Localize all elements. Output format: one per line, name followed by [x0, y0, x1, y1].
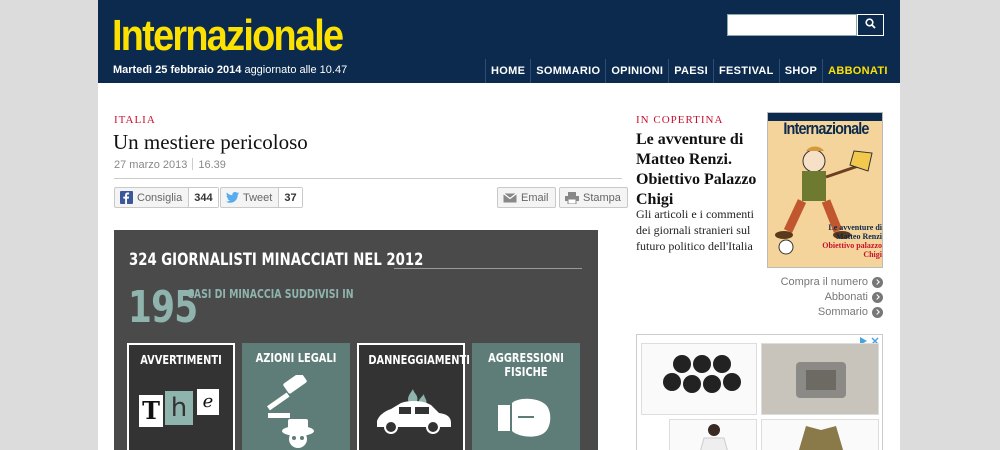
- print-label: Stampa: [583, 191, 621, 204]
- nav-shop[interactable]: SHOP: [778, 59, 822, 83]
- tweet-button[interactable]: Tweet 37: [220, 187, 303, 208]
- ad-product-watches[interactable]: [641, 343, 757, 415]
- infographic-rule: [394, 268, 582, 269]
- search-icon: [865, 16, 876, 34]
- tile-label: AZIONI LEGALI: [255, 351, 337, 365]
- ad-banner[interactable]: [636, 334, 883, 450]
- tile-danneggiamenti: DANNEGGIAMENTI: [357, 343, 470, 450]
- facebook-like-button[interactable]: Consiglia 344: [114, 187, 219, 208]
- burning-car-icon: [369, 383, 455, 448]
- search-input[interactable]: [727, 14, 857, 36]
- infographic-subtitle: CASI DI MINACCIA SUDDIVISI IN: [187, 287, 354, 301]
- infographic: 324 GIORNALISTI MINACCIATI NEL 2012 195 …: [114, 230, 598, 450]
- cover-logo: Internazionale: [783, 119, 869, 138]
- tile-label: AVVERTIMENTI: [140, 353, 222, 367]
- article-time: 16.39: [198, 159, 226, 171]
- ad-product-shoe[interactable]: [761, 343, 879, 415]
- article-date: 27 marzo 2013: [114, 159, 188, 171]
- current-date: Martedì 25 febbraio 2014: [113, 64, 242, 76]
- magazine-cover-image[interactable]: Internazionale Le avventure di Matteo Re…: [767, 112, 883, 268]
- tile-avvertimenti: AVVERTIMENTI T h e: [127, 343, 235, 450]
- subscribe-label: Abbonati: [824, 291, 868, 303]
- article-title: Un mestiere pericoloso: [113, 130, 308, 154]
- twitter-icon: [226, 192, 239, 203]
- gavel-icon: [266, 372, 326, 450]
- last-updated: aggiornato alle 10.47: [241, 64, 348, 76]
- divider: [114, 178, 622, 179]
- article-section[interactable]: ITALIA: [114, 114, 156, 126]
- tile-label: AGGRESSIONI FISICHE: [488, 351, 564, 379]
- ad-product-dress[interactable]: [669, 419, 757, 450]
- tile-aggressioni-fisiche: AGGRESSIONI FISICHE: [472, 343, 580, 450]
- facebook-label: Consiglia: [137, 191, 183, 204]
- ransom-letters-icon: T h e: [139, 389, 229, 435]
- arrow-right-icon: [872, 276, 883, 288]
- dateline: Martedì 25 febbraio 2014 aggiornato alle…: [113, 64, 347, 76]
- cover-story-description: Gli articoli e i commenti dei giornali s…: [636, 207, 754, 253]
- print-button[interactable]: Stampa: [559, 187, 628, 208]
- boxing-glove-icon: [496, 391, 556, 450]
- cover-story-title[interactable]: Le avventure di Matteo Renzi. Obiettivo …: [636, 130, 760, 210]
- twitter-label: Tweet: [243, 191, 273, 204]
- printer-icon: [565, 191, 579, 204]
- nav-sommario[interactable]: SOMMARIO: [530, 59, 605, 83]
- subscribe-link[interactable]: Abbonati: [825, 291, 883, 303]
- buy-issue-link[interactable]: Compra il numero: [781, 276, 883, 288]
- nav-opinioni[interactable]: OPINIONI: [605, 59, 668, 83]
- arrow-right-icon: [872, 306, 883, 318]
- main-nav: HOME SOMMARIO OPINIONI PAESI FESTIVAL SH…: [485, 59, 893, 83]
- ad-product-jacket[interactable]: [761, 419, 879, 450]
- cover-section-label: IN COPERTINA: [636, 114, 724, 126]
- site-logo[interactable]: Internazionale: [112, 10, 344, 62]
- email-label: Email: [521, 191, 549, 204]
- cover-subheadline: Obiettivo palazzo Chigi: [822, 241, 882, 259]
- article-meta: 27 marzo 2013 16.39: [114, 158, 226, 171]
- nav-abbonati[interactable]: ABBONATI: [822, 59, 893, 83]
- page: Internazionale Martedì 25 febbraio 2014 …: [98, 0, 900, 450]
- twitter-count: 37: [278, 188, 302, 207]
- search-button[interactable]: [857, 14, 884, 36]
- email-button[interactable]: Email: [497, 187, 556, 208]
- nav-paesi[interactable]: PAESI: [668, 59, 713, 83]
- buy-issue-label: Compra il numero: [780, 276, 868, 288]
- facebook-icon: [120, 191, 133, 204]
- meta-divider: [192, 158, 194, 170]
- infographic-title: 324 GIORNALISTI MINACCIATI NEL 2012: [129, 250, 424, 270]
- arrow-right-icon: [872, 291, 883, 303]
- facebook-count: 344: [188, 188, 218, 207]
- tile-label: DANNEGGIAMENTI: [368, 353, 470, 367]
- nav-festival[interactable]: FESTIVAL: [712, 59, 779, 83]
- cover-headline: Le avventure di Matteo Renzi: [828, 223, 882, 241]
- nav-home[interactable]: HOME: [485, 59, 530, 83]
- envelope-icon: [503, 192, 517, 203]
- tile-azioni-legali: AZIONI LEGALI: [242, 343, 350, 450]
- site-header: Internazionale Martedì 25 febbraio 2014 …: [98, 0, 900, 83]
- contents-label: Sommario: [817, 306, 868, 318]
- contents-link[interactable]: Sommario: [818, 306, 883, 318]
